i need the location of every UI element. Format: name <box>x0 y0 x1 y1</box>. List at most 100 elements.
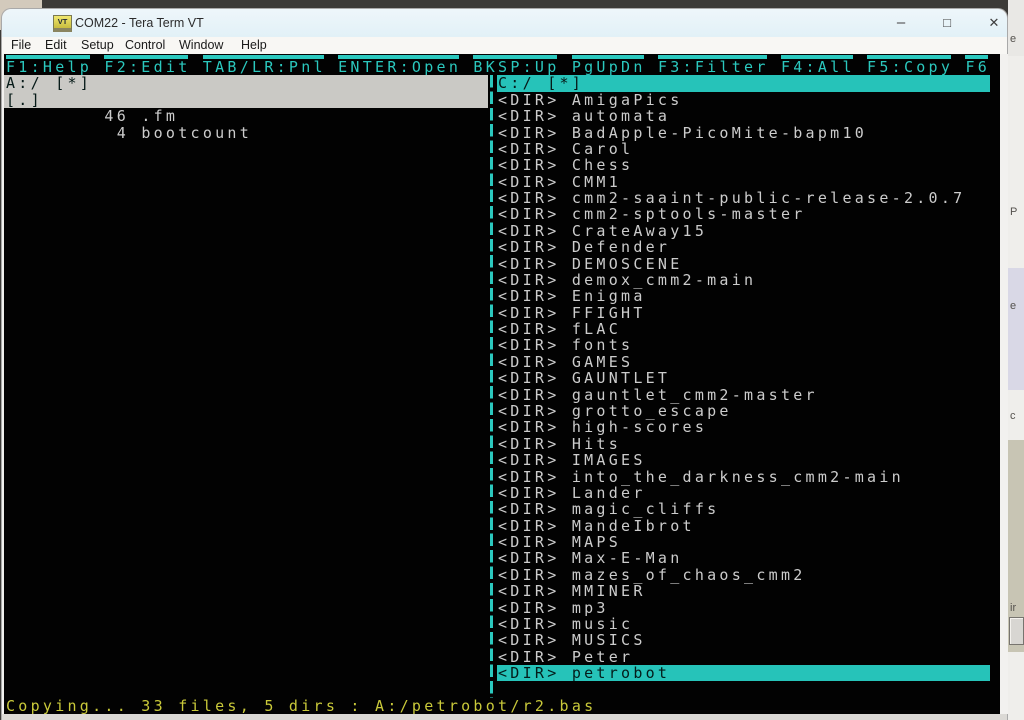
background-text-fragment: c <box>1010 410 1016 422</box>
desktop: ePecir VT COM22 - Tera Term VT – □ ✕ Fil… <box>0 0 1024 720</box>
tera-term-window: VT COM22 - Tera Term VT – □ ✕ File Edit Se… <box>1 8 1008 720</box>
right-pane-header: C:/ [*] <box>498 75 584 91</box>
dir-entry[interactable]: <DIR> gauntlet_cmm2-master <box>498 387 818 403</box>
dir-label: <DIR> <box>498 664 560 682</box>
dir-name: MAPS <box>572 533 621 551</box>
dir-entry[interactable]: <DIR> demox_cmm2-main <box>498 272 756 288</box>
file-entry[interactable]: 46 .fm <box>6 108 178 124</box>
dir-entry[interactable]: <DIR> Peter <box>498 649 633 665</box>
menu-bar: File Edit Setup Control Window Help <box>2 37 1007 54</box>
dir-label: <DIR> <box>498 517 560 535</box>
window-bottom-frame <box>2 714 1007 720</box>
dir-name: FFIGHT <box>572 304 646 322</box>
dir-label: <DIR> <box>498 91 560 109</box>
dir-entry[interactable]: <DIR> mp3 <box>498 600 609 616</box>
dir-entry[interactable]: <DIR> cmm2-saaint-public-release-2.0.7 <box>498 190 965 206</box>
menu-item-help[interactable]: Help <box>241 38 267 52</box>
dir-name: MUSICS <box>572 631 646 649</box>
dir-label: <DIR> <box>498 156 560 174</box>
status-row: Copying... 33 files, 5 dirs : A:/petrobo… <box>4 698 1000 714</box>
scrollbar[interactable] <box>1000 54 1008 714</box>
dir-label: <DIR> <box>498 631 560 649</box>
dir-entry[interactable]: <DIR> Lander <box>498 485 646 501</box>
dir-label: <DIR> <box>498 533 560 551</box>
menu-item-window[interactable]: Window <box>179 38 223 52</box>
dir-name: BadApple-PicoMite-bapm10 <box>572 124 867 142</box>
dir-entry[interactable]: <DIR> mazes_of_chaos_cmm2 <box>498 567 806 583</box>
dir-label: <DIR> <box>498 287 560 305</box>
dir-name: demox_cmm2-main <box>572 271 757 289</box>
dir-entry[interactable]: <DIR> MandeIbrot <box>498 518 695 534</box>
dir-entry[interactable]: <DIR> Carol <box>498 141 633 157</box>
dir-entry[interactable]: <DIR> Hits <box>498 436 621 452</box>
dir-label: <DIR> <box>498 402 560 420</box>
dir-entry[interactable]: <DIR> BadApple-PicoMite-bapm10 <box>498 125 867 141</box>
dir-name: DEMOSCENE <box>572 255 683 273</box>
dir-name: Enigma <box>572 287 646 305</box>
dir-entry[interactable]: <DIR> music <box>498 616 633 632</box>
dir-entry[interactable]: <DIR> GAMES <box>498 354 633 370</box>
dir-entry[interactable]: <DIR> fLAC <box>498 321 621 337</box>
dir-label: <DIR> <box>498 222 560 240</box>
background-window-sliver: ePecir <box>1008 0 1024 720</box>
file-entry[interactable]: 4 bootcount <box>6 125 252 141</box>
dir-entry[interactable]: <DIR> high-scores <box>498 419 707 435</box>
dir-entry[interactable]: <DIR> Enigma <box>498 288 646 304</box>
dir-name: Max-E-Man <box>572 549 683 567</box>
dir-label: <DIR> <box>498 336 560 354</box>
dir-name: grotto_escape <box>572 402 732 420</box>
dir-entry[interactable]: <DIR> into_the_darkness_cmm2-main <box>498 469 904 485</box>
dir-entry[interactable]: <DIR> GAUNTLET <box>498 370 670 386</box>
dir-label: <DIR> <box>498 304 560 322</box>
left-pane-cursor-entry[interactable]: [.] <box>6 92 43 108</box>
dir-name: GAUNTLET <box>572 369 670 387</box>
file-name: bootcount <box>141 124 252 142</box>
dir-name: IMAGES <box>572 451 646 469</box>
background-text-fragment: P <box>1010 206 1017 218</box>
dir-entry[interactable]: <DIR> magic_cliffs <box>498 501 719 517</box>
dir-name: Peter <box>572 648 634 666</box>
dir-entry[interactable]: <DIR> Max-E-Man <box>498 550 683 566</box>
dir-label: <DIR> <box>498 238 560 256</box>
dir-entry[interactable]: <DIR> CrateAway15 <box>498 223 707 239</box>
dir-entry[interactable]: <DIR> CMM1 <box>498 174 621 190</box>
menu-item-edit[interactable]: Edit <box>45 38 67 52</box>
dir-entry[interactable]: <DIR> MMINER <box>498 583 646 599</box>
title-bar[interactable]: VT COM22 - Tera Term VT – □ ✕ <box>2 9 1007 37</box>
dir-entry[interactable]: <DIR> DEMOSCENE <box>498 256 683 272</box>
dir-label: <DIR> <box>498 205 560 223</box>
file-list-row[interactable]: <DIR> petrobot <box>4 665 1000 682</box>
menu-item-control[interactable]: Control <box>125 38 165 52</box>
dir-label: <DIR> <box>498 648 560 666</box>
menu-item-file[interactable]: File <box>11 38 31 52</box>
dir-entry[interactable]: <DIR> FFIGHT <box>498 305 646 321</box>
close-button[interactable]: ✕ <box>971 9 1017 37</box>
dir-entry[interactable]: <DIR> automata <box>498 108 670 124</box>
terminal-screen[interactable]: F1:Help F2:Edit TAB/LR:Pnl ENTER:Open BK… <box>4 54 1000 714</box>
dir-name: mazes_of_chaos_cmm2 <box>572 566 806 584</box>
menu-item-setup[interactable]: Setup <box>81 38 114 52</box>
dir-name: music <box>572 615 634 633</box>
dir-entry[interactable]: <DIR> IMAGES <box>498 452 646 468</box>
dir-name: AmigaPics <box>572 91 683 109</box>
dir-label: <DIR> <box>498 484 560 502</box>
dir-label: <DIR> <box>498 140 560 158</box>
dir-entry[interactable]: <DIR> cmm2-sptools-master <box>498 206 806 222</box>
dir-label: <DIR> <box>498 566 560 584</box>
dir-entry[interactable]: <DIR> AmigaPics <box>498 92 683 108</box>
minimize-button[interactable]: – <box>878 9 924 37</box>
dir-entry[interactable]: <DIR> Chess <box>498 157 633 173</box>
background-band <box>1008 268 1024 390</box>
dir-label: <DIR> <box>498 271 560 289</box>
dir-entry[interactable]: <DIR> MUSICS <box>498 632 646 648</box>
dir-entry[interactable]: <DIR> Defender <box>498 239 670 255</box>
dir-entry[interactable]: <DIR> MAPS <box>498 534 621 550</box>
maximize-button[interactable]: □ <box>924 9 970 37</box>
dir-label: <DIR> <box>498 582 560 600</box>
dir-name: GAMES <box>572 353 634 371</box>
dir-entry[interactable]: <DIR> grotto_escape <box>498 403 732 419</box>
dir-entry[interactable]: <DIR> petrobot <box>498 665 670 681</box>
dir-name: Chess <box>572 156 634 174</box>
dir-entry[interactable]: <DIR> fonts <box>498 337 633 353</box>
dir-name: MMINER <box>572 582 646 600</box>
